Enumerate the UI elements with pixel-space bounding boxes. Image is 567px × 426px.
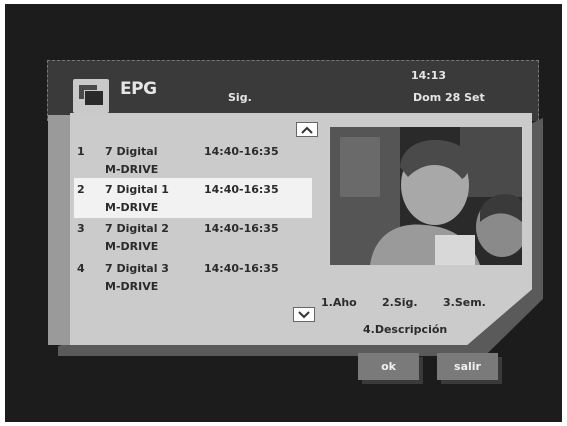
scroll-up-button[interactable] xyxy=(296,122,318,137)
panel-accent-strip xyxy=(48,115,70,345)
ok-button[interactable]: ok xyxy=(358,353,419,380)
program-time: 14:40-16:35 xyxy=(204,262,279,275)
program-number: 4 xyxy=(77,262,85,275)
program-row-4[interactable]: 4 7 Digital 3 14:40-16:35 M-DRIVE xyxy=(77,259,317,299)
program-row-2[interactable]: 2 7 Digital 1 14:40-16:35 M-DRIVE xyxy=(77,180,317,220)
view-label: Sig. xyxy=(228,91,252,104)
program-channel: 7 Digital 3 xyxy=(105,262,169,275)
program-preview-image xyxy=(330,127,522,265)
program-title: M-DRIVE xyxy=(105,163,159,176)
program-channel: 7 Digital 2 xyxy=(105,222,169,235)
nav-option-4[interactable]: 4.Descripción xyxy=(363,323,447,336)
epg-header: EPG Sig. 14:13 Dom 28 Set xyxy=(47,60,539,121)
program-title: M-DRIVE xyxy=(105,201,159,214)
epg-title: EPG xyxy=(120,79,157,99)
chevron-down-icon xyxy=(298,310,310,318)
preview-picture xyxy=(330,127,522,265)
program-time: 14:40-16:35 xyxy=(204,183,279,196)
program-number: 1 xyxy=(77,145,85,158)
program-title: M-DRIVE xyxy=(105,280,159,293)
clock-time: 14:13 xyxy=(411,69,447,82)
program-channel: 7 Digital 1 xyxy=(105,183,169,196)
epg-guide-icon xyxy=(73,79,109,113)
clock-date: Dom 28 Set xyxy=(413,91,485,104)
program-number: 2 xyxy=(77,183,85,196)
exit-button[interactable]: salir xyxy=(437,353,498,380)
nav-option-2[interactable]: 2.Sig. xyxy=(382,296,418,309)
nav-option-1[interactable]: 1.Aho xyxy=(321,296,357,309)
nav-option-3[interactable]: 3.Sem. xyxy=(443,296,486,309)
program-title: M-DRIVE xyxy=(105,240,159,253)
chevron-up-icon xyxy=(301,126,313,134)
program-number: 3 xyxy=(77,222,85,235)
program-channel: 7 Digital xyxy=(105,145,158,158)
program-row-1[interactable]: 1 7 Digital 14:40-16:35 M-DRIVE xyxy=(77,142,317,182)
program-time: 14:40-16:35 xyxy=(204,145,279,158)
program-row-3[interactable]: 3 7 Digital 2 14:40-16:35 M-DRIVE xyxy=(77,219,317,259)
program-time: 14:40-16:35 xyxy=(204,222,279,235)
scroll-down-button[interactable] xyxy=(293,307,315,322)
